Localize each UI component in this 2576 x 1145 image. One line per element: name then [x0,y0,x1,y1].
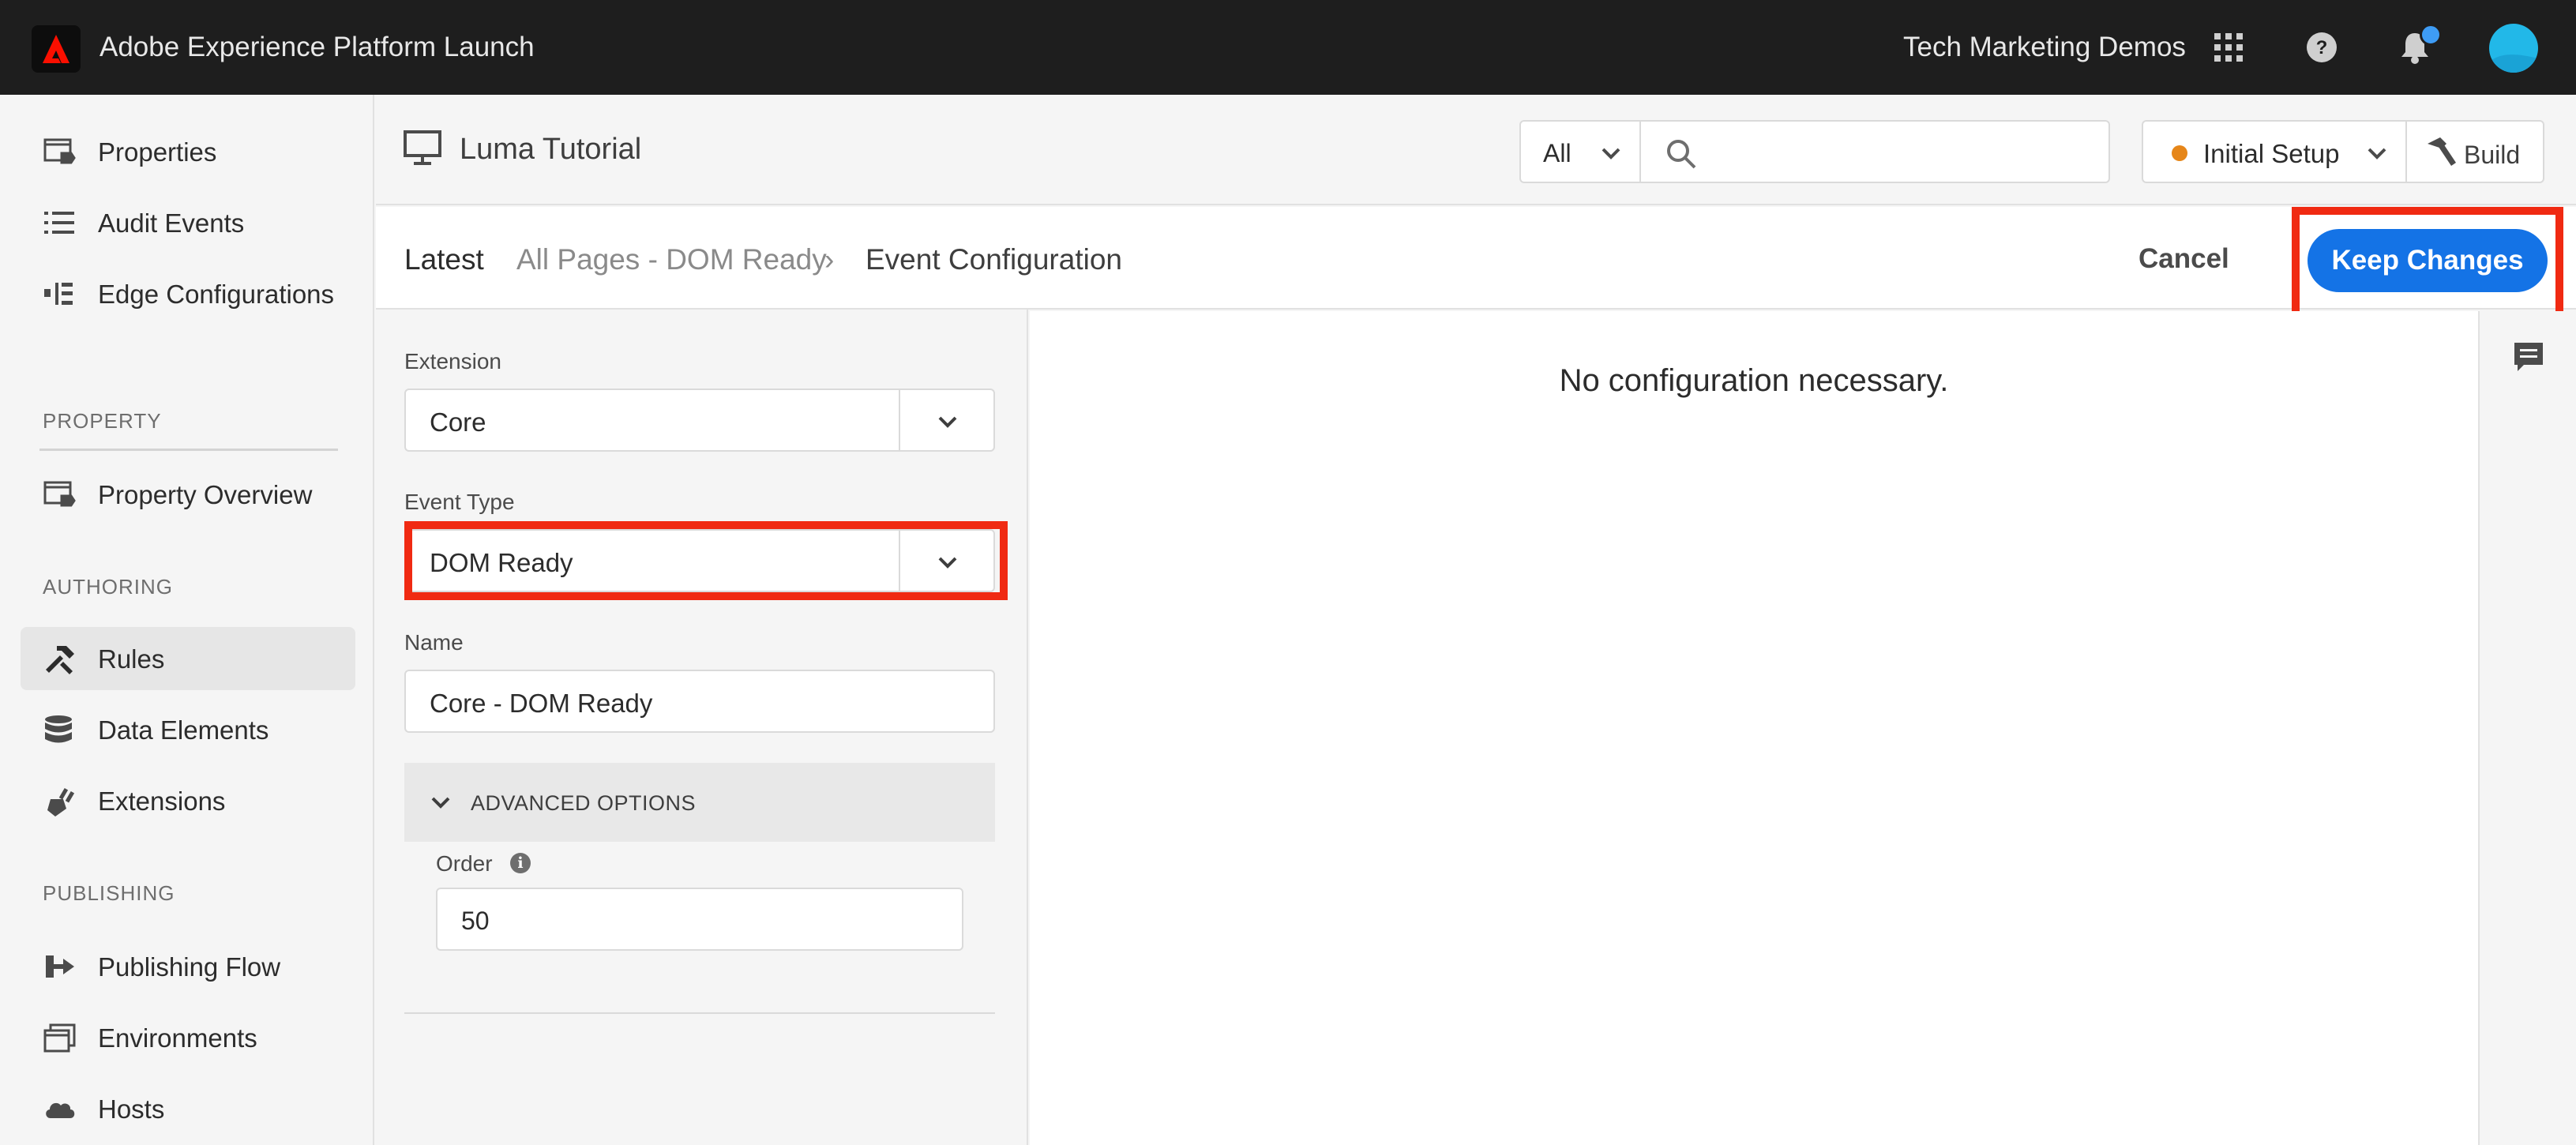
cloud-icon [43,1093,77,1124]
library-name: Initial Setup [2203,139,2340,168]
search-icon [1667,140,1696,169]
sidebar-item-extensions[interactable]: Extensions [21,769,355,832]
comment-icon[interactable] [2511,340,2546,374]
sidebar-item-data-elements[interactable]: Data Elements [21,698,355,761]
rules-icon [43,643,77,674]
search-scope-value: All [1543,139,1572,167]
sidebar-item-label: Extensions [98,786,226,816]
library-select[interactable]: Initial Setup [2142,120,2407,183]
extension-label: Extension [404,349,501,374]
section-heading-property: PROPERTY [43,409,162,433]
list-icon [43,207,77,238]
sidebar-item-publishing-flow[interactable]: Publishing Flow [21,935,355,998]
svg-text:?: ? [2316,37,2328,58]
plug-icon [43,785,77,817]
sidebar-item-hosts[interactable]: Hosts [21,1077,355,1140]
event-form-panel: Extension Core Event Type DOM Ready Name… [376,310,1028,1145]
highlight-event-type [404,521,1008,600]
sidebar-item-label: Hosts [98,1094,165,1124]
event-configuration-view: No configuration necessary. [1030,311,2478,1145]
publishing-flow-icon [43,951,77,982]
chevron-down-icon [1602,148,1620,160]
sidebar-item-audit-events[interactable]: Audit Events [21,191,355,254]
search-scope-select[interactable]: All [1519,120,1641,183]
sidebar-item-label: Property Overview [98,480,313,509]
breadcrumb: Latest All Pages - DOM Ready › Event Con… [376,207,2576,310]
sidebar-item-label: Rules [98,644,165,674]
order-value: 50 [461,907,490,935]
name-label: Name [404,630,464,655]
sidebar-item-properties[interactable]: Properties [21,120,355,183]
order-label: Order [436,851,493,876]
order-field[interactable]: 50 [436,888,963,951]
config-message: No configuration necessary. [1559,363,1949,398]
extension-value: Core [430,407,486,437]
property-overview-icon [43,479,77,510]
sidebar-item-environments[interactable]: Environments [21,1006,355,1069]
section-heading-authoring: AUTHORING [43,575,173,599]
build-label: Build [2464,141,2521,169]
info-icon[interactable]: i [510,853,531,873]
sidebar-item-label: Properties [98,137,217,167]
picker-divider [899,390,900,450]
avatar[interactable] [2489,24,2538,73]
hammer-icon [2428,137,2456,166]
search-input[interactable] [1639,120,2110,183]
section-heading-publishing: PUBLISHING [43,881,175,905]
org-switcher[interactable]: Tech Marketing Demos [1903,32,2186,63]
sidebar-item-label: Data Elements [98,715,269,745]
sidebar-item-property-overview[interactable]: Property Overview [21,463,355,526]
chevron-down-icon [2368,148,2386,160]
properties-icon [43,136,77,167]
sidebar: Properties Audit Events Edge Configurati… [0,95,374,1145]
sidebar-item-label: Edge Configurations [98,280,335,309]
app-title[interactable]: Adobe Experience Platform Launch [100,32,535,63]
property-header: Luma Tutorial All Initial Setup Build [376,95,2576,205]
build-button[interactable]: Build [2405,120,2544,183]
name-value: Core - DOM Ready [430,689,653,718]
apps-grid-icon[interactable] [2208,27,2249,68]
breadcrumb-current: Event Configuration [866,243,1122,276]
highlight-keep-changes [2292,207,2563,319]
edge-config-icon [43,278,77,310]
help-icon[interactable]: ? [2301,27,2342,68]
right-rail [2478,311,2576,1145]
cancel-button[interactable]: Cancel [2139,243,2229,275]
name-field[interactable]: Core - DOM Ready [404,670,995,733]
top-bar: Adobe Experience Platform Launch Tech Ma… [0,0,2576,95]
sidebar-item-edge-configurations[interactable]: Edge Configurations [21,262,355,325]
sidebar-item-rules[interactable]: Rules [21,627,355,690]
library-status-dot [2172,145,2187,161]
breadcrumb-latest[interactable]: Latest [404,243,484,276]
event-type-label: Event Type [404,490,515,514]
environments-icon [43,1022,77,1053]
sidebar-item-label: Audit Events [98,208,245,238]
extension-select[interactable]: Core [404,389,995,452]
chevron-down-icon [431,797,450,809]
property-name[interactable]: Luma Tutorial [460,133,641,167]
form-divider [404,1012,995,1014]
chevron-down-icon [938,416,957,428]
monitor-icon [403,130,442,170]
adobe-logo[interactable] [32,25,81,73]
database-icon [43,714,77,745]
breadcrumb-separator: › [824,243,835,276]
advanced-options-toggle[interactable]: ADVANCED OPTIONS [404,763,995,842]
notification-badge [2420,24,2442,46]
sidebar-divider [39,449,338,451]
advanced-options-label: ADVANCED OPTIONS [471,791,697,815]
breadcrumb-rule[interactable]: All Pages - DOM Ready [516,243,827,276]
sidebar-item-label: Environments [98,1023,257,1053]
sidebar-item-label: Publishing Flow [98,952,281,982]
